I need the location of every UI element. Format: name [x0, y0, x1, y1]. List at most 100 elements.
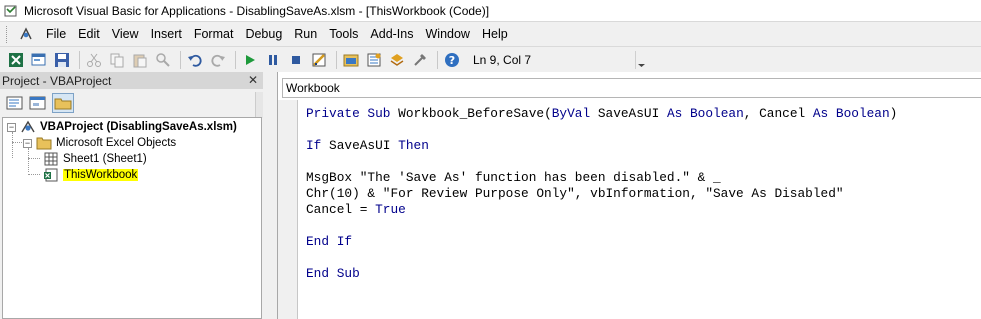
- tree-connector: [12, 132, 13, 158]
- project-explorer-pane: Project - VBAProject ✕ − VBAProject (Dis…: [0, 72, 263, 319]
- code-margin-indicator-bar[interactable]: [278, 100, 298, 319]
- view-code-icon[interactable]: [6, 95, 24, 111]
- code-line[interactable]: [306, 122, 981, 138]
- find-icon[interactable]: [153, 50, 173, 70]
- tree-node-vbaproject[interactable]: − VBAProject (DisablingSaveAs.xlsm): [7, 119, 237, 135]
- object-browser-icon[interactable]: [387, 50, 407, 70]
- code-text: ): [889, 106, 898, 121]
- tree-label-thisworkbook: ThisWorkbook: [63, 169, 139, 181]
- tree-node-sheet1[interactable]: Sheet1 (Sheet1): [43, 151, 147, 167]
- menu-window[interactable]: Window: [420, 24, 476, 45]
- close-icon[interactable]: ✕: [246, 73, 260, 87]
- project-pane-scrollbar[interactable]: [255, 92, 263, 118]
- project-tree: − VBAProject (DisablingSaveAs.xlsm) − Mi…: [2, 117, 262, 319]
- insert-userform-icon[interactable]: [29, 50, 49, 70]
- undo-icon[interactable]: [185, 50, 205, 70]
- code-editor[interactable]: Private Sub Workbook_BeforeSave(ByVal Sa…: [306, 106, 981, 319]
- workbook-icon: [43, 168, 59, 182]
- pane-splitter[interactable]: [263, 72, 277, 319]
- run-icon[interactable]: [240, 50, 260, 70]
- menu-view[interactable]: View: [106, 24, 145, 45]
- project-pane-toolbar: [0, 92, 255, 114]
- tree-label-vbaproject: VBAProject (DisablingSaveAs.xlsm): [40, 121, 237, 133]
- tree-node-excel-objects[interactable]: − Microsoft Excel Objects: [23, 135, 176, 151]
- menu-insert[interactable]: Insert: [145, 24, 188, 45]
- code-line[interactable]: If SaveAsUI Then: [306, 138, 981, 154]
- menu-add-ins[interactable]: Add-Ins: [364, 24, 419, 45]
- tree-label-sheet1: Sheet1 (Sheet1): [63, 153, 147, 165]
- view-excel-icon[interactable]: [6, 50, 26, 70]
- code-line[interactable]: End If: [306, 234, 981, 250]
- code-line[interactable]: MsgBox "The 'Save As' function has been …: [306, 170, 981, 186]
- tree-connector: [28, 158, 40, 159]
- code-keyword: As Boolean: [812, 106, 890, 121]
- code-keyword: ByVal: [551, 106, 591, 121]
- toolbar-separator: [79, 51, 80, 69]
- menu-edit[interactable]: Edit: [72, 24, 106, 45]
- code-line[interactable]: Cancel = True: [306, 202, 981, 218]
- tree-label-excel-objects: Microsoft Excel Objects: [56, 137, 177, 149]
- code-text: SaveAsUI: [590, 106, 667, 121]
- code-line[interactable]: [306, 154, 981, 170]
- tree-connector: [28, 148, 29, 172]
- cut-icon[interactable]: [84, 50, 104, 70]
- toolbox-icon[interactable]: [410, 50, 430, 70]
- menu-help[interactable]: Help: [476, 24, 514, 45]
- code-keyword: True: [375, 202, 406, 217]
- toolbar-separator: [235, 51, 236, 69]
- code-line[interactable]: End Sub: [306, 266, 981, 282]
- code-text: Workbook_BeforeSave(: [398, 106, 552, 121]
- paste-icon[interactable]: [130, 50, 150, 70]
- redo-icon[interactable]: [208, 50, 228, 70]
- menubar-grip[interactable]: [6, 25, 9, 43]
- toolbar-overflow-chevron-icon[interactable]: [635, 51, 647, 69]
- code-line[interactable]: [306, 218, 981, 234]
- help-icon[interactable]: ?: [442, 50, 462, 70]
- collapse-icon[interactable]: −: [23, 138, 32, 148]
- menu-run[interactable]: Run: [288, 24, 323, 45]
- save-icon[interactable]: [52, 50, 72, 70]
- menu-file[interactable]: File: [40, 24, 72, 45]
- vba-app-icon[interactable]: [4, 4, 18, 18]
- code-keyword: If: [306, 138, 322, 153]
- object-dropdown[interactable]: Workbook: [282, 78, 981, 98]
- menu-debug[interactable]: Debug: [239, 24, 288, 45]
- title-bar: Microsoft Visual Basic for Applications …: [0, 0, 981, 22]
- tree-connector: [28, 174, 40, 175]
- svg-text:?: ?: [449, 54, 455, 67]
- code-window: Workbook Private Sub Workbook_BeforeSave…: [277, 72, 981, 319]
- project-explorer-icon[interactable]: [341, 50, 361, 70]
- menu-vba-icon[interactable]: [12, 24, 40, 45]
- code-keyword: As Boolean: [666, 106, 744, 121]
- design-mode-icon[interactable]: [309, 50, 329, 70]
- code-text: SaveAsUI: [321, 138, 399, 153]
- toggle-folders-icon[interactable]: [52, 93, 74, 113]
- break-icon[interactable]: [263, 50, 283, 70]
- standard-toolbar: ? Ln 9, Col 7: [0, 48, 981, 72]
- tree-node-thisworkbook[interactable]: ThisWorkbook: [43, 167, 139, 183]
- code-keyword: Private Sub: [306, 106, 399, 121]
- view-object-icon[interactable]: [29, 95, 47, 111]
- window-title: Microsoft Visual Basic for Applications …: [24, 3, 490, 18]
- toolbar-separator: [336, 51, 337, 69]
- project-pane-title: Project - VBAProject: [2, 73, 112, 88]
- menu-tools[interactable]: Tools: [323, 24, 364, 45]
- project-pane-title-bar: Project - VBAProject ✕: [0, 72, 263, 89]
- menu-bar: File Edit View Insert Format Debug Run T…: [0, 22, 981, 47]
- code-keyword: End If: [306, 234, 353, 249]
- toolbar-separator: [437, 51, 438, 69]
- code-keyword: Then: [398, 138, 429, 153]
- properties-window-icon[interactable]: [364, 50, 384, 70]
- collapse-icon[interactable]: −: [7, 122, 16, 132]
- code-line[interactable]: [306, 250, 981, 266]
- code-keyword: End Sub: [306, 266, 360, 281]
- code-line[interactable]: Chr(10) & "For Review Purpose Only", vbI…: [306, 186, 981, 202]
- folder-icon: [36, 136, 52, 150]
- vbaproject-icon: [20, 120, 36, 134]
- copy-icon[interactable]: [107, 50, 127, 70]
- reset-icon[interactable]: [286, 50, 306, 70]
- worksheet-icon: [43, 152, 59, 166]
- toolbar-separator: [180, 51, 181, 69]
- code-line[interactable]: Private Sub Workbook_BeforeSave(ByVal Sa…: [306, 106, 981, 122]
- menu-format[interactable]: Format: [188, 24, 240, 45]
